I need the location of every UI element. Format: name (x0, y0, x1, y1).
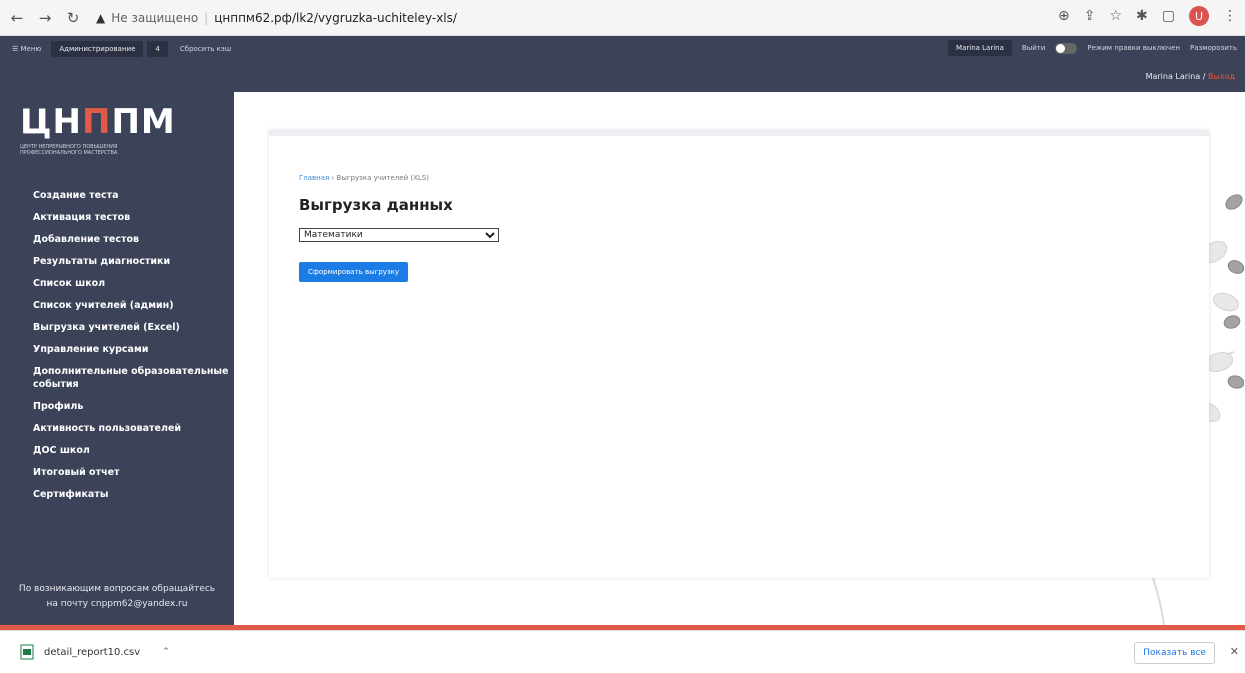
close-icon[interactable]: ✕ (1230, 645, 1239, 658)
admin-button[interactable]: Администрирование (51, 41, 144, 57)
sidebar-item-extra-events[interactable]: Дополнительные образовательные события (33, 360, 233, 395)
admin-toolbar-right: Marina Larina Выйти Режим правки выключе… (944, 40, 1237, 56)
sidebar-item-certificates[interactable]: Сертификаты (33, 483, 233, 505)
zoom-icon[interactable]: ⊕ (1058, 8, 1070, 24)
window-icon[interactable]: ▢ (1162, 8, 1175, 24)
updates-count[interactable]: 4 (147, 41, 168, 57)
chevron-up-icon[interactable]: ⌃ (162, 647, 170, 657)
support-line-2: на почту cnppm62@yandex.ru (46, 599, 188, 609)
logo: ЦНППМ ЦЕНТР НЕПРЕРЫВНОГО ПОВЫШЕНИЯ ПРОФЕ… (20, 102, 190, 162)
download-item[interactable]: detail_report10.csv ⌃ (20, 637, 200, 667)
user-name: Marina Larina / (1145, 72, 1206, 81)
logo-wordmark: ЦНППМ (20, 102, 176, 142)
profile-avatar[interactable]: U (1189, 6, 1209, 26)
page: Marina Larina / Выход ЦНППМ ЦЕНТР НЕПРЕР… (0, 62, 1245, 625)
logo-subtitle: ЦЕНТР НЕПРЕРЫВНОГО ПОВЫШЕНИЯ ПРОФЕССИОНА… (20, 144, 118, 156)
edit-mode-toggle[interactable] (1055, 42, 1078, 54)
url-separator: | (204, 10, 209, 25)
share-icon[interactable]: ⇪ (1084, 8, 1096, 24)
generate-export-button[interactable]: Сформировать выгрузку (299, 262, 409, 282)
admin-user-button[interactable]: Marina Larina (948, 40, 1012, 56)
insecure-label: Не защищено (111, 10, 199, 25)
support-note: По возникающим вопросам обращайтесь на п… (0, 582, 234, 612)
breadcrumb: Главная › Выгрузка учителей (XLS) (299, 174, 429, 182)
sidebar-item-create-test[interactable]: Создание теста (33, 184, 233, 206)
sidebar-item-school-dos[interactable]: ДОС школ (33, 439, 233, 461)
csv-file-icon (20, 644, 34, 660)
reload-icon[interactable]: ↻ (62, 7, 84, 29)
sidebar-item-add-tests[interactable]: Добавление тестов (33, 228, 233, 250)
downloads-shelf: detail_report10.csv ⌃ Показать все ✕ (0, 630, 1245, 673)
show-all-downloads-button[interactable]: Показать все (1134, 642, 1215, 664)
sidebar-item-courses[interactable]: Управление курсами (33, 338, 233, 360)
breadcrumb-home[interactable]: Главная (299, 174, 329, 182)
sidebar-item-teachers-admin[interactable]: Список учителей (админ) (33, 294, 233, 316)
forward-icon[interactable]: → (34, 7, 56, 29)
page-title: Выгрузка данных (299, 196, 453, 214)
star-icon[interactable]: ☆ (1109, 8, 1122, 24)
sidebar-item-user-activity[interactable]: Активность пользователей (33, 417, 233, 439)
extensions-icon[interactable]: ✱ (1136, 8, 1148, 24)
logout-link[interactable]: Выход (1208, 72, 1235, 81)
admin-logout-link[interactable]: Выйти (1022, 44, 1046, 52)
back-icon[interactable]: ← (6, 7, 28, 29)
reset-cache-button[interactable]: Сбросить кэш (174, 42, 237, 56)
unfreeze-button[interactable]: Разморозить (1190, 44, 1237, 52)
url-text: цнппм62.рф/lk2/vygruzka-uchiteley-xls/ (214, 10, 457, 25)
sidebar-item-schools[interactable]: Список школ (33, 272, 233, 294)
menu-button[interactable]: ☰ Меню (6, 42, 47, 56)
export-card: Главная › Выгрузка учителей (XLS) Выгруз… (269, 130, 1209, 578)
warning-icon: ▲ (96, 10, 106, 25)
sidebar-item-diagnostic-results[interactable]: Результаты диагностики (33, 250, 233, 272)
subject-select[interactable]: Математики (299, 228, 499, 242)
browser-actions: ⊕ ⇪ ☆ ✱ ▢ U ⋮ (1058, 6, 1237, 26)
more-icon[interactable]: ⋮ (1223, 8, 1237, 24)
sidebar-item-teachers-export[interactable]: Выгрузка учителей (Excel) (33, 316, 233, 338)
address-bar[interactable]: ▲ Не защищено | цнппм62.рф/lk2/vygruzka-… (96, 6, 966, 30)
support-line-1: По возникающим вопросам обращайтесь (18, 584, 216, 594)
admin-toolbar: ☰ Меню Администрирование 4 Сбросить кэш … (0, 36, 1245, 62)
sidebar-menu: Создание теста Активация тестов Добавлен… (33, 184, 233, 505)
sidebar-item-final-report[interactable]: Итоговый отчет (33, 461, 233, 483)
main-content: Главная › Выгрузка учителей (XLS) Выгруз… (234, 92, 1245, 625)
sidebar-item-activate-tests[interactable]: Активация тестов (33, 206, 233, 228)
sidebar-item-profile[interactable]: Профиль (33, 395, 233, 417)
user-line: Marina Larina / Выход (1146, 72, 1235, 81)
edit-mode-label: Режим правки выключен (1087, 44, 1180, 52)
sidebar: ЦНППМ ЦЕНТР НЕПРЕРЫВНОГО ПОВЫШЕНИЯ ПРОФЕ… (0, 92, 234, 625)
browser-toolbar: ← → ↻ ▲ Не защищено | цнппм62.рф/lk2/vyg… (0, 0, 1245, 36)
breadcrumb-current: Выгрузка учителей (XLS) (336, 174, 429, 182)
breadcrumb-separator: › (331, 174, 335, 182)
download-filename: detail_report10.csv (44, 646, 141, 658)
